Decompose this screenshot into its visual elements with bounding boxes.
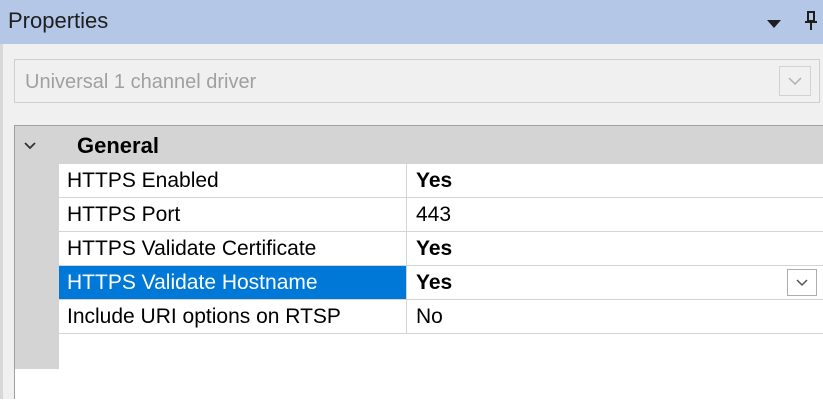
property-row-https-enabled[interactable]: HTTPS Enabled Yes xyxy=(59,164,823,198)
chevron-down-icon[interactable] xyxy=(23,138,37,150)
property-name: HTTPS Validate Hostname xyxy=(59,266,407,299)
property-grid-empty-area xyxy=(15,369,823,400)
category-label: General xyxy=(77,133,159,158)
property-value[interactable]: 443 xyxy=(408,198,823,231)
object-selector-value: Universal 1 channel driver xyxy=(25,71,257,93)
category-row-general[interactable]: General xyxy=(15,126,823,164)
property-name: Include URI options on RTSP xyxy=(59,300,407,333)
pin-icon[interactable] xyxy=(803,10,819,34)
property-name: HTTPS Validate Certificate xyxy=(59,232,407,265)
object-selector-dropdown-button[interactable] xyxy=(779,66,811,96)
property-row-https-validate-hostname[interactable]: HTTPS Validate Hostname Yes xyxy=(59,266,823,300)
property-row-https-port[interactable]: HTTPS Port 443 xyxy=(59,198,823,232)
property-value[interactable]: Yes xyxy=(408,232,823,265)
property-name: HTTPS Enabled xyxy=(59,164,407,197)
property-value[interactable]: Yes xyxy=(408,164,823,197)
property-grid: General HTTPS Enabled Yes HTTPS Port 443… xyxy=(14,125,823,400)
property-row-https-validate-certificate[interactable]: HTTPS Validate Certificate Yes xyxy=(59,232,823,266)
chevron-down-icon xyxy=(796,279,808,287)
property-row-include-uri-options[interactable]: Include URI options on RTSP No xyxy=(59,300,823,334)
chevron-down-icon xyxy=(788,77,802,86)
property-name: HTTPS Port xyxy=(59,198,407,231)
value-dropdown-button[interactable] xyxy=(787,269,817,296)
object-selector-combo[interactable]: Universal 1 channel driver xyxy=(14,59,820,103)
panel-title-bar: Properties xyxy=(0,0,823,44)
panel-title: Properties xyxy=(8,8,109,33)
property-value[interactable]: No xyxy=(408,300,823,333)
dropdown-arrow-icon[interactable] xyxy=(767,20,781,28)
property-value[interactable]: Yes xyxy=(408,266,823,299)
